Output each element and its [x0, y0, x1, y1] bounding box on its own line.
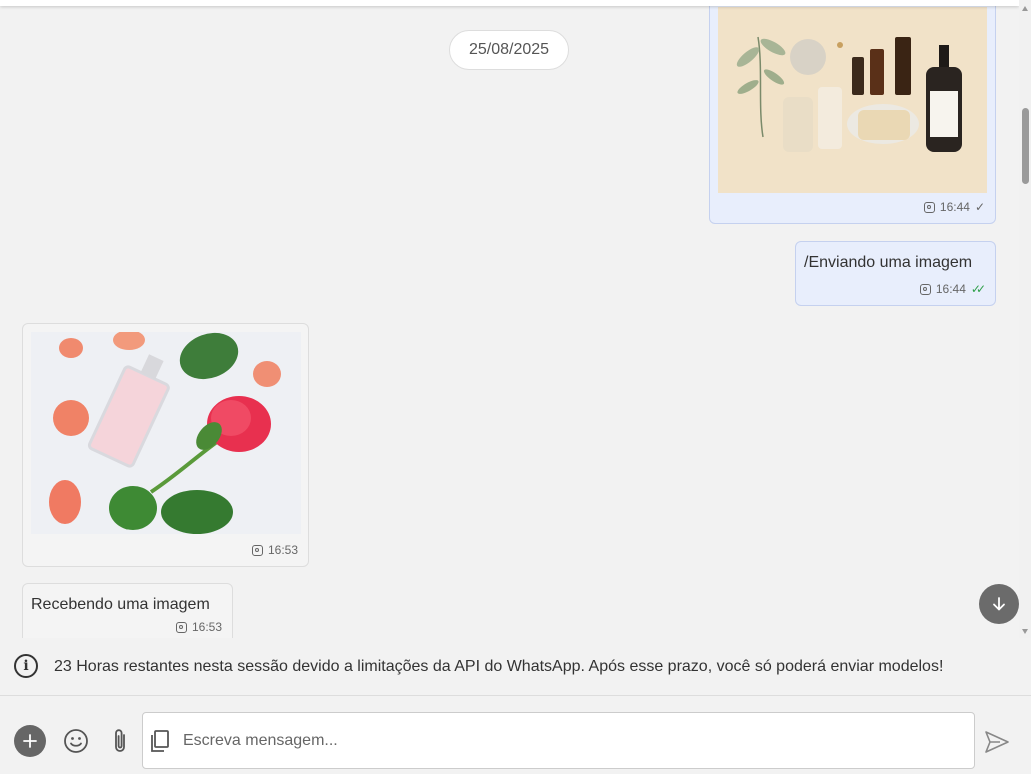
scrollbar-thumb[interactable]	[1022, 108, 1029, 184]
send-button[interactable]	[982, 728, 1012, 756]
add-button[interactable]	[14, 725, 46, 757]
info-icon: i	[14, 654, 38, 678]
chat-area[interactable]: 25/08/2025 16:44 ✓ /Enviando uma imagem …	[0, 0, 1019, 638]
scroll-up-arrow-icon[interactable]	[1022, 6, 1028, 11]
paperclip-icon	[115, 729, 125, 752]
attach-button[interactable]	[104, 725, 136, 757]
perfume-rose-image[interactable]	[31, 332, 301, 534]
message-meta: 16:53	[251, 543, 298, 557]
instagram-icon	[919, 283, 931, 295]
message-time: 16:53	[267, 543, 298, 557]
message-meta: 16:53	[175, 620, 222, 634]
message-time: 16:44	[939, 200, 970, 214]
session-notice-text: 23 Horas restantes nesta sessão devido a…	[54, 658, 944, 675]
incoming-image-message[interactable]: 16:53	[22, 323, 309, 567]
outgoing-text-message[interactable]: /Enviando uma imagem 16:44 ✓✓	[795, 241, 996, 306]
copy-button[interactable]	[144, 725, 174, 757]
date-separator: 25/08/2025	[449, 30, 569, 70]
emoji-button[interactable]	[60, 725, 92, 757]
cosmetics-image[interactable]	[718, 7, 987, 193]
sent-check-icon: ✓	[974, 200, 985, 214]
chat-scrollbar[interactable]	[1019, 0, 1031, 638]
instagram-icon	[251, 544, 263, 556]
emoji-icon	[64, 729, 88, 753]
send-icon	[985, 731, 1009, 753]
message-text: /Enviando uma imagem	[804, 254, 973, 271]
message-input[interactable]	[142, 712, 975, 769]
header-edge	[0, 0, 1019, 6]
instagram-icon	[175, 621, 187, 633]
message-meta: 16:44 ✓✓	[919, 282, 986, 296]
plus-icon	[23, 734, 37, 748]
instagram-icon	[923, 201, 935, 213]
outgoing-image-message[interactable]: 16:44 ✓	[709, 0, 996, 224]
read-double-check-icon: ✓✓	[970, 282, 986, 296]
message-time: 16:44	[935, 282, 966, 296]
incoming-text-message[interactable]: Recebendo uma imagem 16:53	[22, 583, 233, 638]
message-meta: 16:44 ✓	[923, 200, 985, 214]
arrow-down-icon	[993, 597, 1005, 611]
scroll-down-arrow-icon[interactable]	[1022, 629, 1028, 634]
scroll-to-bottom-button[interactable]	[979, 584, 1019, 624]
copy-icon	[151, 730, 169, 752]
message-text: Recebendo uma imagem	[31, 596, 210, 613]
message-time: 16:53	[191, 620, 222, 634]
